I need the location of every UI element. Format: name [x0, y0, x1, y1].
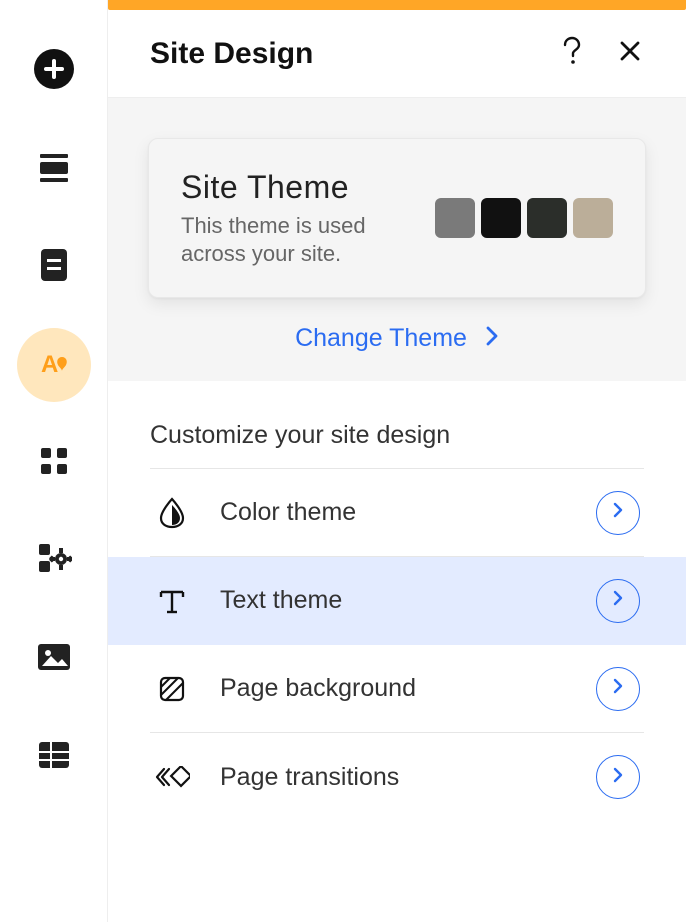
- chevron-right-icon: [612, 589, 624, 612]
- site-theme-section: Site Theme This theme is used across you…: [108, 98, 686, 381]
- plus-circle-icon: [33, 48, 75, 95]
- site-design-panel: Site Design Site Theme This theme is use…: [108, 10, 686, 922]
- help-icon: [561, 36, 583, 71]
- option-chevron: [596, 579, 640, 623]
- sidebar-item-design[interactable]: A: [17, 328, 91, 402]
- close-button[interactable]: [616, 40, 644, 68]
- panel-header: Site Design: [108, 10, 686, 98]
- option-color-theme[interactable]: Color theme: [150, 469, 644, 557]
- chevron-right-icon: [612, 677, 624, 700]
- customize-options: Color theme Text theme: [150, 468, 644, 821]
- chevron-right-icon: [612, 766, 624, 789]
- option-text-theme[interactable]: Text theme: [108, 557, 686, 645]
- sidebar-item-settings[interactable]: [33, 540, 75, 582]
- image-icon: [36, 642, 72, 677]
- sidebar-item-pages[interactable]: [33, 246, 75, 288]
- sidebar-item-sections[interactable]: [33, 148, 75, 190]
- option-page-background[interactable]: Page background: [150, 645, 644, 733]
- close-icon: [619, 40, 641, 67]
- left-sidebar: A: [0, 0, 108, 922]
- theme-swatch: [481, 198, 521, 238]
- sidebar-item-media[interactable]: [33, 638, 75, 680]
- option-label: Page background: [220, 674, 566, 703]
- top-accent-bar: [108, 0, 686, 10]
- page-icon: [38, 247, 70, 288]
- grid-gear-icon: [36, 541, 72, 582]
- option-label: Text theme: [220, 586, 566, 615]
- table-icon: [37, 740, 71, 775]
- option-page-transitions[interactable]: Page transitions: [150, 733, 644, 821]
- option-label: Page transitions: [220, 763, 566, 792]
- sidebar-item-data[interactable]: [33, 736, 75, 778]
- page-title: Site Design: [150, 37, 313, 71]
- theme-swatches: [435, 198, 613, 238]
- transition-icon: [154, 766, 190, 788]
- header-actions: [558, 40, 644, 68]
- option-chevron: [596, 491, 640, 535]
- chevron-right-icon: [485, 325, 499, 352]
- theme-card-title: Site Theme: [181, 169, 415, 206]
- svg-text:A: A: [41, 351, 58, 378]
- customize-section: Customize your site design Color theme T…: [108, 381, 686, 821]
- sections-icon: [37, 150, 71, 189]
- theme-swatch: [573, 198, 613, 238]
- theme-card-description: This theme is used across your site.: [181, 212, 415, 267]
- option-label: Color theme: [220, 498, 566, 527]
- grid-icon: [38, 445, 70, 482]
- theme-swatch: [527, 198, 567, 238]
- option-chevron: [596, 755, 640, 799]
- sidebar-item-apps[interactable]: [33, 442, 75, 484]
- sidebar-item-add[interactable]: [33, 50, 75, 92]
- change-theme-button[interactable]: Change Theme: [148, 298, 646, 353]
- help-button[interactable]: [558, 40, 586, 68]
- chevron-right-icon: [612, 501, 624, 524]
- hatch-icon: [154, 675, 190, 703]
- option-chevron: [596, 667, 640, 711]
- change-theme-label: Change Theme: [295, 324, 467, 353]
- design-icon: A: [34, 343, 74, 388]
- text-icon: [154, 586, 190, 616]
- theme-swatch: [435, 198, 475, 238]
- droplet-icon: [154, 497, 190, 529]
- site-theme-card: Site Theme This theme is used across you…: [148, 138, 646, 298]
- customize-heading: Customize your site design: [150, 421, 644, 468]
